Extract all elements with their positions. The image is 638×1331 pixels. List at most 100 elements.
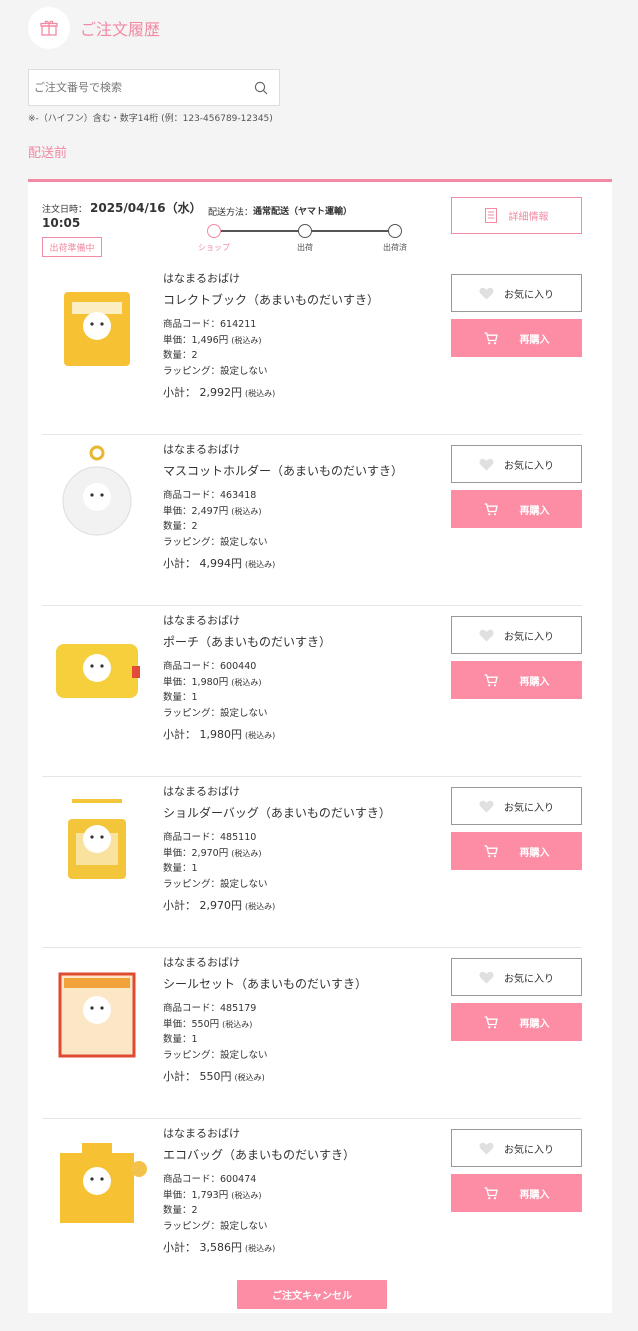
cancel-order-button[interactable]: ご注文キャンセル <box>237 1280 387 1309</box>
item-brand: はなまるおばけ <box>163 443 240 456</box>
favorite-button[interactable]: お気に入り <box>451 958 582 996</box>
search-button[interactable] <box>243 70 279 105</box>
rebuy-button[interactable]: 再購入 <box>451 1174 582 1212</box>
order-item: はなまるおばけ エコバッグ（あまいものだいすき） 商品コード：600474 単価… <box>42 1119 582 1290</box>
item-code: 商品コード：614211 <box>163 317 453 333</box>
product-image[interactable] <box>42 952 152 1062</box>
heart-icon <box>479 800 494 812</box>
wrapping-label: ラッピング： <box>163 365 221 377</box>
search-icon <box>254 81 268 94</box>
shipping-label: 配送方法： <box>208 208 254 218</box>
item-name[interactable]: シールセット（あまいものだいすき） <box>163 975 453 995</box>
item-subtotal: 小計： 1,980円 (税込み) <box>163 726 453 742</box>
item-subtotal: 小計： 2,970円 (税込み) <box>163 897 453 913</box>
product-image[interactable] <box>42 439 152 549</box>
search-input[interactable] <box>29 70 243 105</box>
detail-info-label: 詳細情報 <box>508 212 549 223</box>
heart-icon <box>479 458 494 470</box>
rebuy-button[interactable]: 再購入 <box>451 832 582 870</box>
item-code: 商品コード：485110 <box>163 830 453 846</box>
item-unit-price: 単価：1,980円 (税込み) <box>163 675 453 691</box>
heart-icon <box>479 629 494 641</box>
rebuy-button[interactable]: 再購入 <box>451 1003 582 1041</box>
order-date-label: 注文日時： <box>42 205 88 215</box>
favorite-button[interactable]: お気に入り <box>451 274 582 312</box>
tax-note: (税込み) <box>245 902 276 911</box>
item-name[interactable]: コレクトブック（あまいものだいすき） <box>163 291 453 311</box>
item-unit-price: 単価：1,793円 (税込み) <box>163 1188 453 1204</box>
item-code-label: 商品コード： <box>163 832 221 843</box>
product-image[interactable] <box>42 781 152 891</box>
page-header: ご注文履歴 <box>28 6 160 50</box>
subtotal-value: 550円 <box>199 1070 232 1083</box>
subtotal-label: 小計： <box>163 1241 196 1254</box>
unit-price-label: 単価： <box>163 847 192 859</box>
cart-icon <box>484 1186 498 1199</box>
order-time: 10:05 <box>42 216 81 230</box>
quantity-value: 2 <box>191 521 198 532</box>
product-image[interactable] <box>42 268 152 378</box>
wrapping-value: 設定しない <box>220 536 268 548</box>
item-wrapping: ラッピング：設定しない <box>163 706 453 722</box>
subtotal-label: 小計： <box>163 1070 196 1083</box>
tax-note: (税込み) <box>231 677 262 687</box>
favorite-button[interactable]: お気に入り <box>451 787 582 825</box>
wrapping-value: 設定しない <box>220 1220 268 1232</box>
step-label-shop: ショップ <box>198 243 230 252</box>
favorite-button[interactable]: お気に入り <box>451 445 582 483</box>
order-item: はなまるおばけ マスコットホルダー（あまいものだいすき） 商品コード：46341… <box>42 435 582 606</box>
heart-icon <box>479 287 494 299</box>
favorite-button[interactable]: お気に入り <box>451 1129 582 1167</box>
tax-note: (税込み) <box>231 506 262 516</box>
unit-price-label: 単価： <box>163 1018 192 1030</box>
quantity-value: 2 <box>191 350 198 361</box>
item-name[interactable]: ポーチ（あまいものだいすき） <box>163 633 453 653</box>
item-subtotal: 小計： 3,586円 (税込み) <box>163 1239 453 1255</box>
order-item: はなまるおばけ ショルダーバッグ（あまいものだいすき） 商品コード：485110… <box>42 777 582 948</box>
order-item: はなまるおばけ コレクトブック（あまいものだいすき） 商品コード：614211 … <box>42 264 582 435</box>
tax-note: (税込み) <box>231 848 262 858</box>
product-image[interactable] <box>42 610 152 720</box>
item-wrapping: ラッピング：設定しない <box>163 535 453 551</box>
progress-dot-shipped <box>388 224 402 238</box>
item-code: 商品コード：600440 <box>163 659 453 675</box>
item-name[interactable]: エコバッグ（あまいものだいすき） <box>163 1146 453 1166</box>
heart-icon <box>479 1142 494 1154</box>
item-code-label: 商品コード： <box>163 490 221 501</box>
subtotal-value: 2,970円 <box>199 899 243 912</box>
rebuy-button[interactable]: 再購入 <box>451 661 582 699</box>
rebuy-button[interactable]: 再購入 <box>451 319 582 357</box>
unit-price-value: 550円 <box>191 1018 220 1030</box>
quantity-value: 1 <box>191 863 198 874</box>
item-unit-price: 単価：2,497円 (税込み) <box>163 504 453 520</box>
item-info: はなまるおばけ ポーチ（あまいものだいすき） 商品コード：600440 単価：1… <box>163 612 453 742</box>
wrapping-value: 設定しない <box>220 707 268 719</box>
favorite-label: お気に入り <box>504 631 554 643</box>
page-title: ご注文履歴 <box>80 20 161 39</box>
product-image[interactable] <box>42 1123 152 1233</box>
unit-price-value: 1,496円 <box>191 334 229 346</box>
quantity-label: 数量： <box>163 1034 192 1045</box>
rebuy-label: 再購入 <box>519 1189 550 1201</box>
section-title: 配送前 <box>28 146 68 161</box>
item-name[interactable]: マスコットホルダー（あまいものだいすき） <box>163 462 453 482</box>
favorite-button[interactable]: お気に入り <box>451 616 582 654</box>
favorite-label: お気に入り <box>504 802 554 814</box>
wrapping-value: 設定しない <box>220 878 268 890</box>
subtotal-label: 小計： <box>163 557 196 570</box>
item-name[interactable]: ショルダーバッグ（あまいものだいすき） <box>163 804 453 824</box>
item-code-value: 485179 <box>220 1003 257 1014</box>
rebuy-label: 再購入 <box>519 847 550 859</box>
item-brand: はなまるおばけ <box>163 956 240 969</box>
item-info: はなまるおばけ コレクトブック（あまいものだいすき） 商品コード：614211 … <box>163 270 453 400</box>
status-badge: 出荷準備中 <box>42 237 102 257</box>
item-code-label: 商品コード： <box>163 1174 221 1185</box>
item-quantity: 数量：1 <box>163 861 453 877</box>
heart-icon <box>479 971 494 983</box>
subtotal-value: 4,994円 <box>199 557 243 570</box>
tax-note: (税込み) <box>245 1244 276 1253</box>
rebuy-button[interactable]: 再購入 <box>451 490 582 528</box>
detail-info-button[interactable]: 詳細情報 <box>451 197 582 234</box>
wrapping-label: ラッピング： <box>163 878 221 890</box>
item-code-label: 商品コード： <box>163 319 221 330</box>
